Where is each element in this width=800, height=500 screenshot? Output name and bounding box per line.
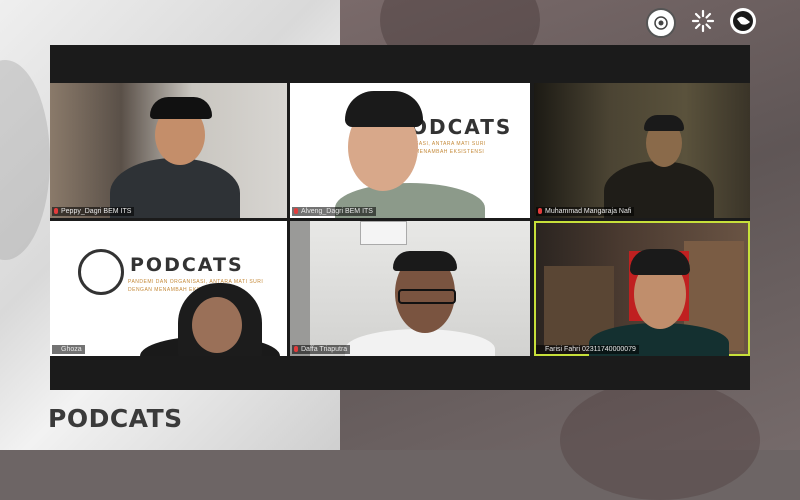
video-tile[interactable]: Daffa Triaputra: [290, 221, 530, 356]
university-seal-icon: [646, 8, 676, 38]
participant-video: [50, 83, 287, 218]
video-tile[interactable]: ODCATS SASI, ANTARA MATI SURI MENAMBAH E…: [290, 83, 530, 218]
background-decoration: [560, 380, 760, 500]
participant-name-label: Farisi Fahri 02311740000079: [536, 345, 639, 354]
video-tile[interactable]: PODCATS PANDEMI DAN ORGANISASI, ANTARA M…: [50, 221, 287, 356]
participant-video: [290, 221, 530, 356]
sun-burst-icon: [690, 8, 716, 34]
participant-name-label: Alveng_Dagri BEM ITS: [292, 207, 376, 216]
participant-video: [50, 221, 287, 356]
logo-group: [646, 8, 756, 38]
mic-muted-icon: [538, 208, 542, 214]
footer-title: PODCATS: [48, 404, 183, 433]
mic-muted-icon: [294, 208, 298, 214]
video-grid: Peppy_Dagri BEM ITS ODCATS SASI, ANTARA …: [50, 45, 750, 390]
mic-muted-icon: [54, 208, 58, 214]
video-tile[interactable]: Peppy_Dagri BEM ITS: [50, 83, 287, 218]
participant-video: [534, 221, 750, 356]
mic-muted-icon: [294, 346, 298, 352]
video-tile[interactable]: Muhammad Mangaraja Nafi: [534, 83, 750, 218]
participant-video: [290, 83, 530, 218]
participant-name-label: Muhammad Mangaraja Nafi: [536, 207, 635, 216]
video-tile-active-speaker[interactable]: Farisi Fahri 02311740000079: [534, 221, 750, 356]
participant-video: [534, 83, 750, 218]
participant-name-label: Ghoza: [52, 345, 85, 354]
participant-name-label: Daffa Triaputra: [292, 345, 351, 354]
participant-name-label: Peppy_Dagri BEM ITS: [52, 207, 135, 216]
globe-icon: [730, 8, 756, 34]
